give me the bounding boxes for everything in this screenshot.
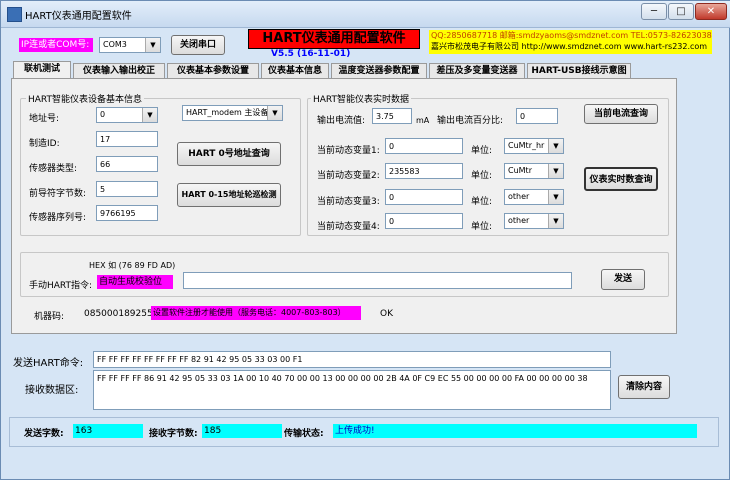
receive-data-text: FF FF FF FF 86 91 42 95 05 33 03 1A 00 1… — [97, 374, 588, 383]
var3-unit-value: other — [508, 192, 530, 201]
main-window: HART仪表通用配置软件 ─ □ ✕ IP连或者COM号: COM3 ▼ 关闭串… — [0, 0, 730, 480]
serial-label: 传感器序列号: — [29, 213, 87, 223]
var1-label: 当前动态变量1: — [317, 146, 380, 156]
sensor-type-field[interactable] — [96, 156, 158, 172]
tab-io-calibration[interactable]: 仪表输入输出校正 — [73, 63, 165, 78]
var1-unit-select[interactable]: CuMtr_hr ▼ — [504, 138, 564, 154]
transfer-status-value: 上传成功! — [333, 424, 697, 438]
preamble-field[interactable] — [96, 181, 158, 197]
var2-unit-label: 单位: — [471, 171, 493, 181]
contact-line1: QQ:2850687718 邮箱:smdzyaoms@smdznet.com T… — [431, 31, 712, 40]
address-select[interactable]: 0 ▼ — [96, 107, 158, 123]
clear-content-button[interactable]: 清除内容 — [618, 375, 670, 399]
machine-status: OK — [380, 309, 393, 319]
var4-label: 当前动态变量4: — [317, 222, 380, 232]
var3-field[interactable] — [385, 189, 463, 205]
tab-temp-transmitter[interactable]: 温度变送器参数配置 — [331, 63, 427, 78]
manual-command-label: 手动HART指令: — [29, 281, 93, 291]
chevron-down-icon: ▼ — [548, 214, 563, 228]
port-select[interactable]: COM3 ▼ — [99, 37, 161, 53]
var3-label: 当前动态变量3: — [317, 197, 380, 207]
var2-label: 当前动态变量2: — [317, 171, 380, 181]
current-unit-label: mA — [416, 116, 430, 125]
receive-area-label: 接收数据区: — [25, 385, 79, 396]
address-select-value: 0 — [100, 110, 106, 119]
recv-count-label: 接收字节数: — [149, 429, 198, 439]
tab-basic-params[interactable]: 仪表基本参数设置 — [167, 63, 259, 78]
maximize-button[interactable]: □ — [668, 3, 694, 20]
registration-notice: 设置软件注册才能使用（服务电话：4007-803-803） — [151, 306, 361, 320]
chevron-down-icon: ▼ — [548, 190, 563, 204]
percent-label: 输出电流百分比: — [437, 116, 504, 126]
sensor-type-label: 传感器类型: — [29, 164, 78, 174]
manufacturer-label: 制造ID: — [29, 139, 60, 149]
auto-checksum-label[interactable]: 自动生成校验位 — [97, 275, 173, 289]
recv-count-value: 185 — [202, 424, 282, 438]
tab-online-test[interactable]: 联机测试 — [13, 61, 71, 79]
send-command-field[interactable] — [93, 351, 611, 368]
realtime-group-title: HART智能仪表实时数据 — [311, 92, 412, 105]
var2-unit-value: CuMtr — [508, 166, 532, 175]
contact-box: QQ:2850687718 邮箱:smdzyaoms@smdznet.com T… — [429, 30, 712, 54]
address-label: 地址号: — [29, 114, 60, 124]
var2-field[interactable] — [385, 163, 463, 179]
close-window-button[interactable]: ✕ — [695, 3, 727, 20]
manual-command-input[interactable] — [183, 272, 572, 289]
current-query-button[interactable]: 当前电流查询 — [584, 104, 658, 124]
tab-dp-multivar[interactable]: 差压及多变量变送器 — [429, 63, 525, 78]
hex-hint-label: HEX 如 (76 89 FD AD) — [89, 261, 176, 270]
chevron-down-icon: ▼ — [145, 38, 160, 52]
app-icon — [7, 7, 22, 22]
chevron-down-icon: ▼ — [142, 108, 157, 122]
machine-code-value: 085000189255 — [84, 309, 153, 319]
port-label: IP连或者COM号: — [19, 38, 93, 52]
var3-unit-select[interactable]: other ▼ — [504, 189, 564, 205]
title-bar[interactable]: HART仪表通用配置软件 ─ □ ✕ — [1, 1, 730, 28]
transfer-status-label: 传输状态: — [284, 429, 324, 439]
query-address0-button[interactable]: HART 0号地址查询 — [177, 142, 281, 166]
sent-count-value: 163 — [73, 424, 143, 438]
sent-count-label: 发送字数: — [24, 429, 64, 439]
machine-code-label: 机器码: — [34, 312, 65, 322]
chevron-down-icon: ▼ — [548, 139, 563, 153]
preamble-label: 前导符字节数: — [29, 189, 87, 199]
chevron-down-icon: ▼ — [267, 106, 282, 120]
var4-unit-value: other — [508, 216, 530, 225]
version-label: V5.5 (16-11-01) — [271, 49, 351, 59]
master-mode-select[interactable]: HART_modem 主设备 ▼ — [182, 105, 283, 121]
var1-unit-value: CuMtr_hr — [508, 141, 545, 150]
var4-unit-select[interactable]: other ▼ — [504, 213, 564, 229]
realtime-query-button[interactable]: 仪表实时数查询 — [584, 167, 658, 191]
current-label: 输出电流值: — [317, 116, 366, 126]
receive-data-area[interactable]: FF FF FF FF 86 91 42 95 05 33 03 1A 00 1… — [93, 370, 611, 410]
tab-basic-info[interactable]: 仪表基本信息 — [261, 63, 329, 78]
var1-unit-label: 单位: — [471, 146, 493, 156]
tab-usb-wiring[interactable]: HART-USB接线示意图 — [527, 63, 631, 78]
poll-addresses-button[interactable]: HART 0-15地址轮巡检测 — [177, 183, 281, 207]
send-command-label: 发送HART命令: — [13, 358, 84, 369]
app-banner: HART仪表通用配置软件 — [248, 29, 420, 49]
var4-unit-label: 单位: — [471, 222, 493, 232]
master-mode-value: HART_modem 主设备 — [186, 108, 269, 117]
contact-line2: 嘉兴市松茂电子有限公司 http://www.smdznet.com www.h… — [431, 42, 708, 51]
chevron-down-icon: ▼ — [548, 164, 563, 178]
window-title: HART仪表通用配置软件 — [25, 11, 132, 22]
basic-info-group-title: HART智能仪表设备基本信息 — [26, 92, 145, 105]
var4-field[interactable] — [385, 213, 463, 229]
serial-field[interactable] — [96, 205, 158, 221]
manufacturer-field[interactable] — [96, 131, 158, 147]
percent-field[interactable] — [516, 108, 558, 124]
port-select-value: COM3 — [103, 40, 127, 49]
send-manual-button[interactable]: 发送 — [601, 269, 645, 290]
var3-unit-label: 单位: — [471, 197, 493, 207]
close-port-button[interactable]: 关闭串口 — [171, 35, 225, 55]
current-field[interactable] — [372, 108, 412, 124]
var1-field[interactable] — [385, 138, 463, 154]
var2-unit-select[interactable]: CuMtr ▼ — [504, 163, 564, 179]
minimize-button[interactable]: ─ — [641, 3, 667, 20]
